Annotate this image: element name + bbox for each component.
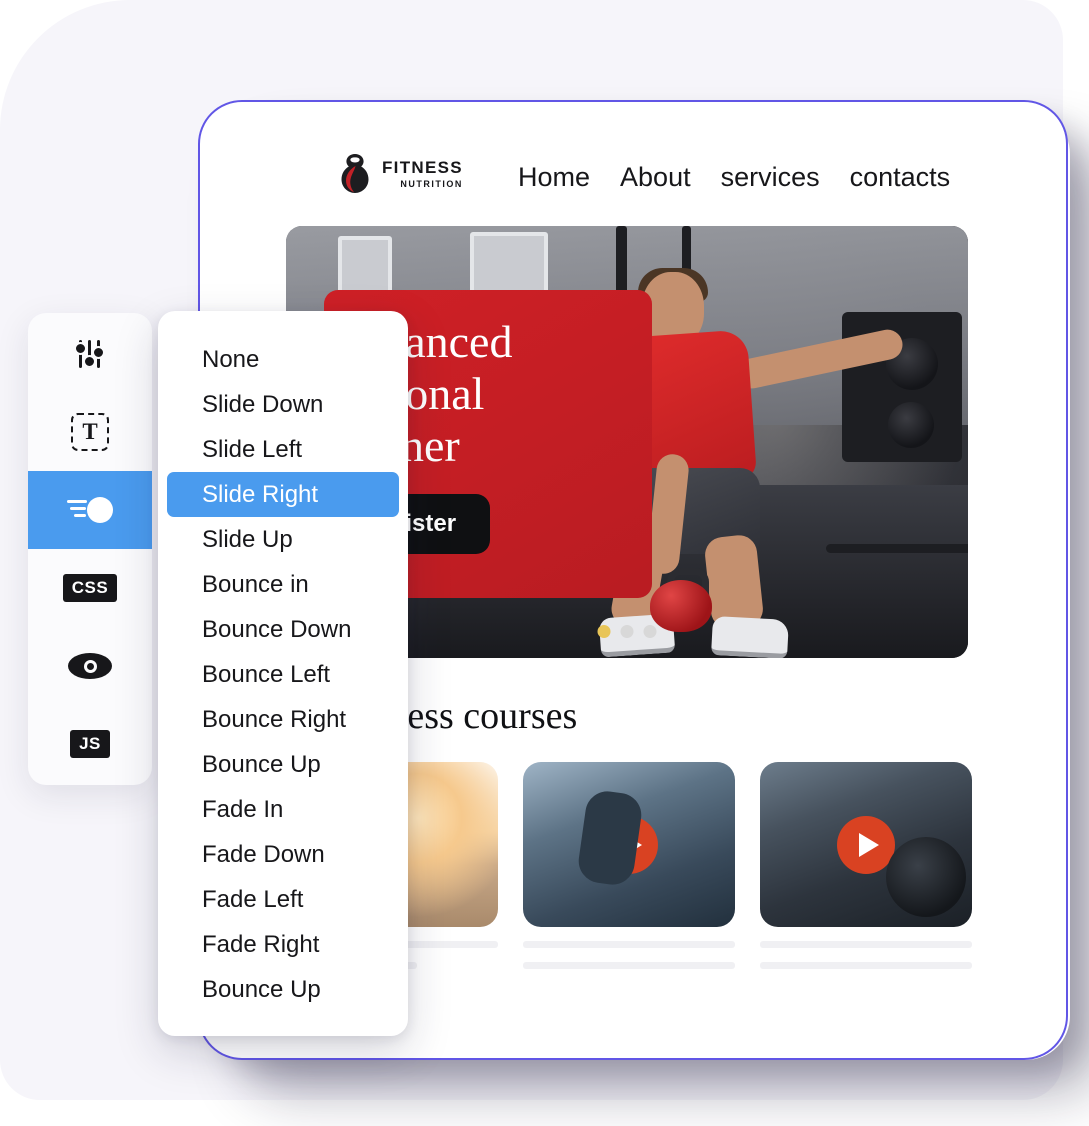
dropdown-option-fade-right[interactable]: Fade Right: [158, 922, 408, 967]
nav-item-contacts[interactable]: contacts: [850, 162, 951, 193]
toolbar-item-js[interactable]: JS: [28, 705, 152, 783]
athlete-right-arm: [734, 326, 906, 392]
dropdown-option-slide-right[interactable]: Slide Right: [167, 472, 399, 517]
course-text-line: [523, 962, 735, 969]
carousel-dot-2[interactable]: [620, 625, 634, 638]
dropdown-option-slide-down[interactable]: Slide Down: [158, 382, 408, 427]
kettlebell-logo-icon: [341, 154, 369, 193]
dropdown-option-fade-in[interactable]: Fade In: [158, 787, 408, 832]
play-icon: [859, 832, 879, 857]
carousel-dot-3[interactable]: [643, 625, 657, 638]
toolbar-item-settings[interactable]: [28, 315, 152, 393]
brand-name: FITNESS: [382, 158, 463, 177]
course-card[interactable]: [523, 762, 735, 969]
play-button[interactable]: [600, 815, 658, 874]
course-text-line: [523, 941, 735, 948]
site-nav: Home About services contacts: [518, 162, 950, 193]
treadmill-gym-thumb: [523, 762, 735, 927]
carousel-dots: [597, 625, 657, 638]
kettlebell-ball: [650, 580, 712, 632]
site-header: FITNESS NUTRITION Home About services co…: [200, 102, 1066, 222]
toolbar-item-preview[interactable]: [28, 627, 152, 705]
dropdown-option-slide-left[interactable]: Slide Left: [158, 427, 408, 472]
dropdown-option-bounce-in[interactable]: Bounce in: [158, 562, 408, 607]
dropdown-option-bounce-left[interactable]: Bounce Left: [158, 652, 408, 697]
dropdown-option-bounce-right[interactable]: Bounce Right: [158, 697, 408, 742]
dropdown-option-bounce-up-2[interactable]: Bounce Up: [158, 967, 408, 1012]
css-badge-icon: CSS: [62, 574, 118, 602]
course-card[interactable]: [760, 762, 972, 969]
carousel-dot-1[interactable]: [597, 625, 611, 638]
dropdown-option-fade-left[interactable]: Fade Left: [158, 877, 408, 922]
toolbar-item-animation[interactable]: [28, 471, 152, 549]
dropdown-option-bounce-down[interactable]: Bounce Down: [158, 607, 408, 652]
course-text-line: [760, 941, 972, 948]
nav-item-home[interactable]: Home: [518, 162, 590, 193]
editor-toolbar: T CSS JS: [28, 313, 152, 785]
brand-subtitle: NUTRITION: [400, 179, 463, 189]
toolbar-item-text[interactable]: T: [28, 393, 152, 471]
dropdown-option-bounce-up[interactable]: Bounce Up: [158, 742, 408, 787]
js-badge-icon: JS: [70, 730, 110, 758]
dropdown-option-slide-up[interactable]: Slide Up: [158, 517, 408, 562]
sliders-icon: [73, 337, 107, 371]
barbell-coach-thumb: [760, 762, 972, 927]
animation-dropdown: None Slide Down Slide Left Slide Right S…: [158, 311, 408, 1036]
dropdown-option-none[interactable]: None: [158, 337, 408, 382]
kettlebell-icon: [650, 568, 712, 632]
course-text-line: [760, 962, 972, 969]
dropdown-option-fade-down[interactable]: Fade Down: [158, 832, 408, 877]
brand-text: FITNESS NUTRITION: [382, 159, 463, 189]
athlete-shoe-right: [711, 616, 789, 658]
athlete-leg-right: [703, 533, 765, 631]
eye-icon: [68, 653, 112, 679]
play-icon: [622, 832, 642, 857]
gym-window-b: [470, 232, 548, 296]
nav-item-services[interactable]: services: [721, 162, 820, 193]
toolbar-item-css[interactable]: CSS: [28, 549, 152, 627]
brand-logo[interactable]: FITNESS NUTRITION: [335, 152, 463, 196]
textbox-icon: T: [71, 413, 109, 451]
nav-item-about[interactable]: About: [620, 162, 691, 193]
motion-icon: [67, 495, 113, 525]
play-button[interactable]: [837, 815, 895, 874]
